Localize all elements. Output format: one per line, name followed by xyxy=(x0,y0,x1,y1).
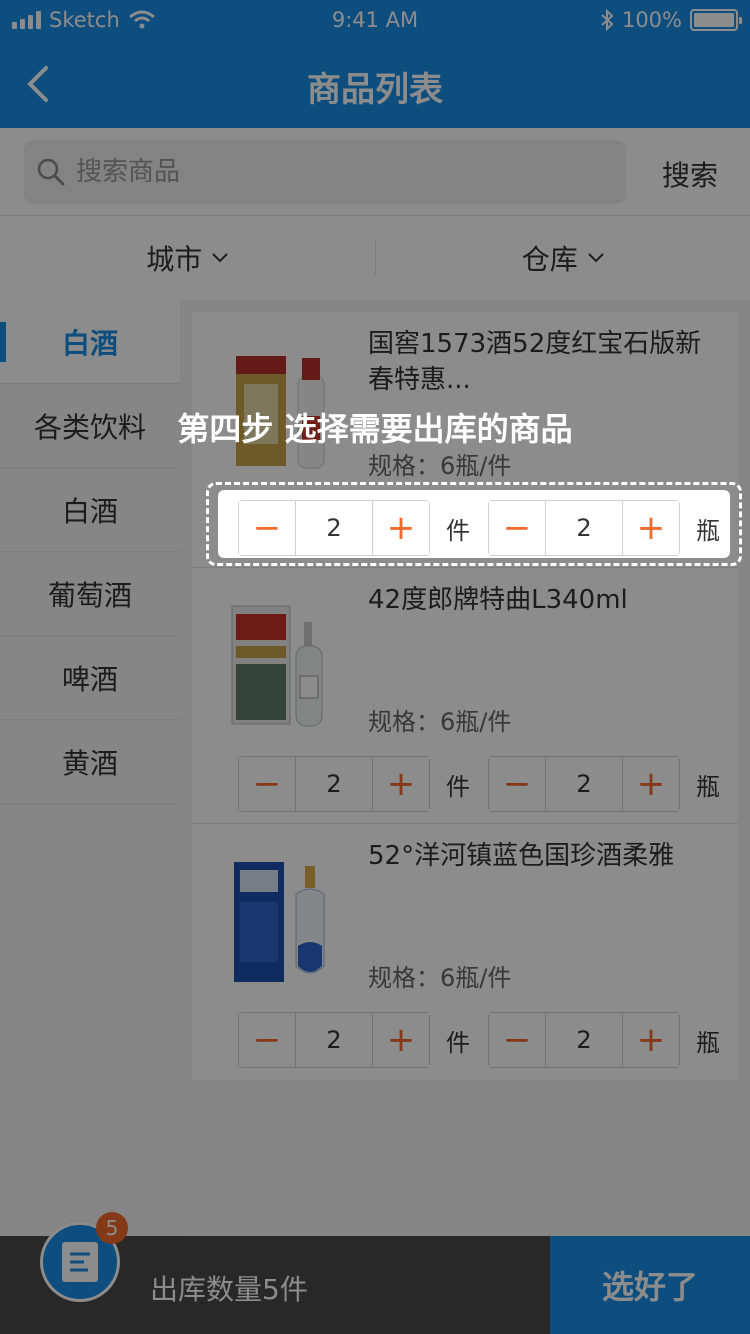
bottle-unit-label: 瓶 xyxy=(696,516,720,545)
case-increment-button[interactable]: + xyxy=(373,501,429,555)
bottle-quantity-stepper: − 2 + xyxy=(488,500,680,556)
highlighted-quantity-steppers: − 2 + 件 − 2 + 瓶 xyxy=(238,500,728,556)
bottle-increment-button[interactable]: + xyxy=(623,501,679,555)
bottle-quantity-value[interactable]: 2 xyxy=(545,501,623,555)
case-unit-label: 件 xyxy=(446,516,470,545)
case-decrement-button[interactable]: − xyxy=(239,501,295,555)
case-quantity-value[interactable]: 2 xyxy=(295,501,373,555)
case-quantity-stepper: − 2 + xyxy=(238,500,430,556)
guide-text: 第四步 选择需要出库的商品 xyxy=(177,410,573,448)
bottle-decrement-button[interactable]: − xyxy=(489,501,545,555)
guide-overlay[interactable] xyxy=(0,0,750,1334)
